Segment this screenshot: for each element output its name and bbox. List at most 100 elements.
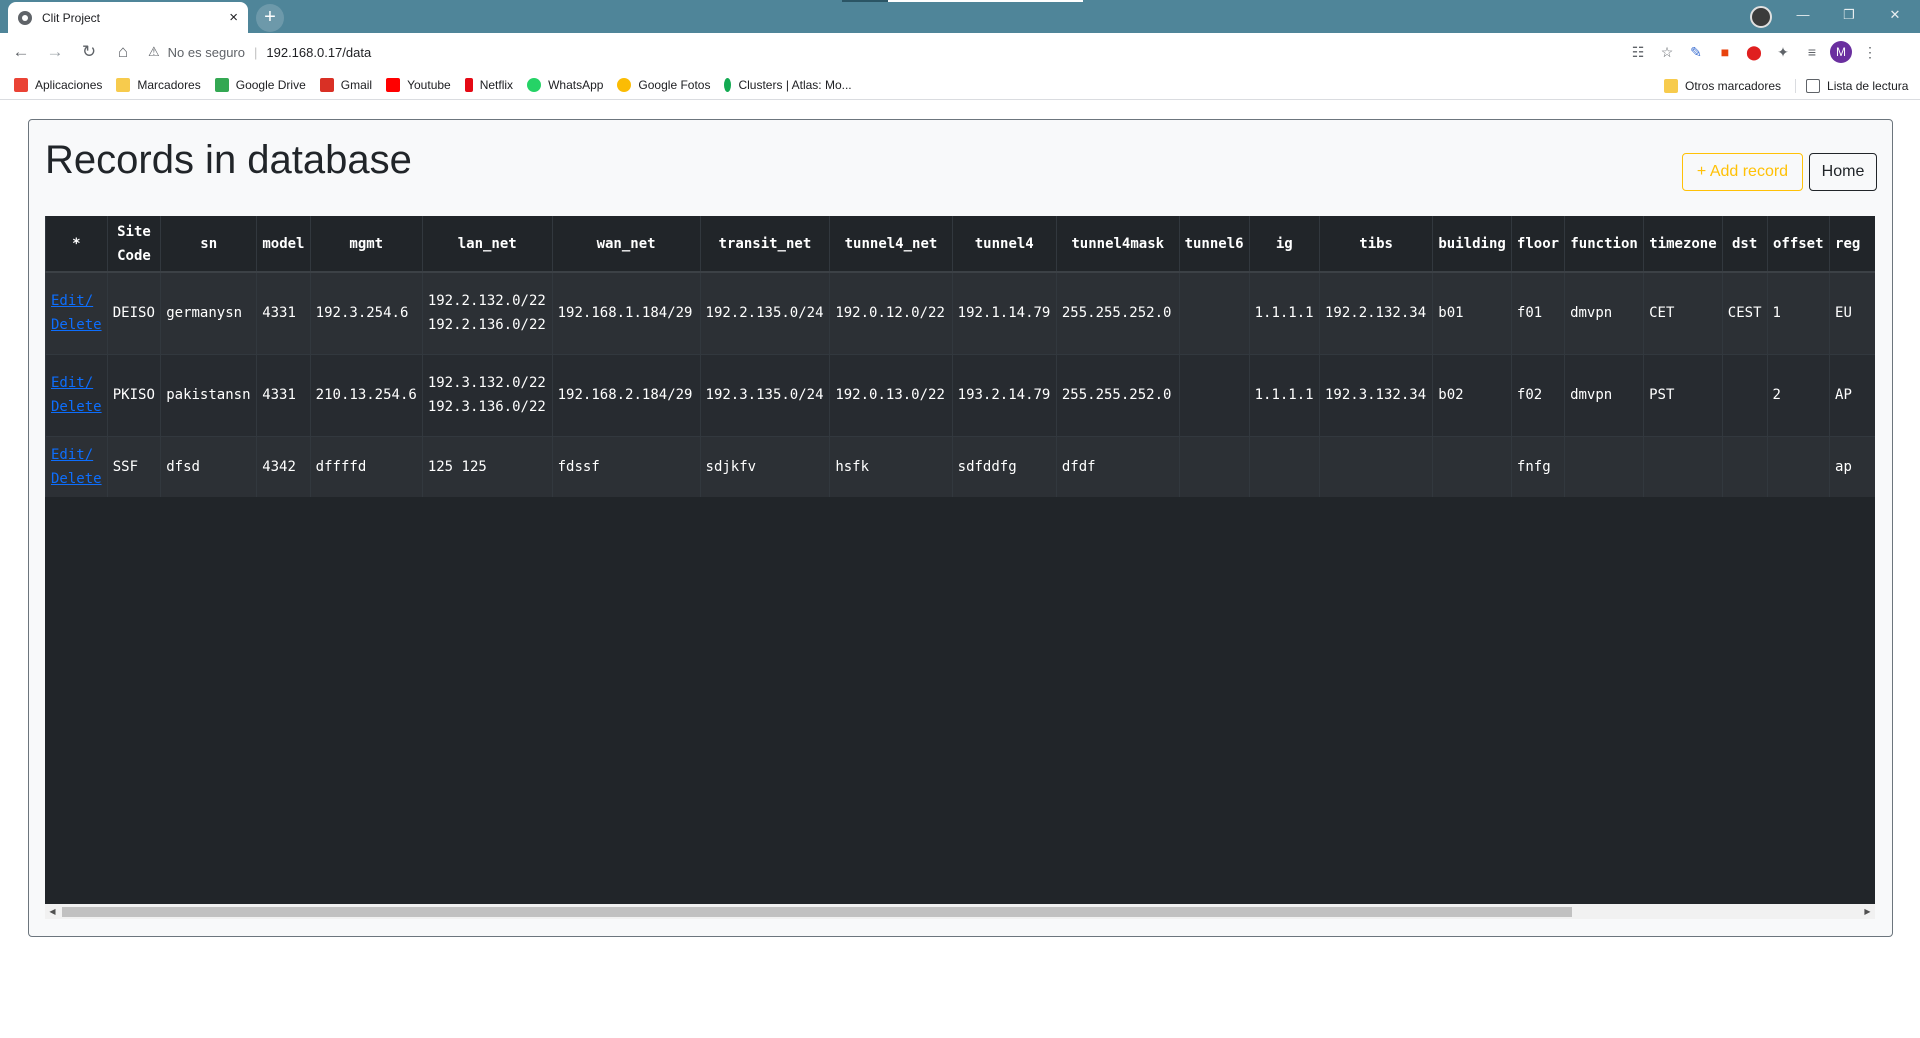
profile-avatar[interactable]: M [1828, 39, 1854, 65]
edit-link[interactable]: Edit/ [51, 289, 102, 313]
model-cell: 4331 [256, 271, 311, 354]
warning-icon[interactable]: ⚠ [148, 44, 160, 60]
table-row: Edit/ Delete PKISO pakistansn 4331 210.1… [45, 353, 1875, 436]
records-table-container[interactable]: * Site Code sn model mgmt lan_net wan_ne… [45, 216, 1875, 904]
browser-tab-strip: Clit Project × + — ❐ ✕ [0, 0, 1920, 33]
tab-title: Clit Project [42, 10, 101, 25]
folder-icon [1664, 78, 1678, 93]
bookmark-otros-marcadores[interactable]: Otros marcadores [1664, 78, 1781, 93]
bookmark-google-drive[interactable]: Google Drive [214, 78, 306, 92]
avatar[interactable]: M [1830, 41, 1852, 63]
youtube-icon [386, 78, 401, 92]
edit-link[interactable]: Edit/ [51, 371, 102, 395]
function-cell [1564, 435, 1644, 497]
close-tab-icon[interactable]: × [229, 9, 238, 26]
delete-link[interactable]: Delete [51, 395, 102, 419]
bookmark-atlas-clusters[interactable]: Clusters | Atlas: Mo... [724, 78, 852, 92]
translate-icon[interactable]: ☷ [1625, 39, 1651, 65]
column-header: timezone [1643, 216, 1723, 273]
delete-link[interactable]: Delete [51, 467, 102, 491]
table-header-row: * Site Code sn model mgmt lan_net wan_ne… [45, 216, 1875, 273]
reg-cell: ap [1829, 435, 1875, 497]
address-bar[interactable]: ⚠ No es seguro | 192.168.0.17/data [140, 37, 1635, 67]
url-text[interactable]: 192.168.0.17/data [266, 45, 371, 60]
toolbar-actions: ☷ ☆ ✎ ■ ⬤ ✦ ≡ M ⋮ [1622, 39, 1883, 65]
reg-cell: EU [1829, 271, 1875, 354]
scrollbar-thumb[interactable] [62, 907, 1572, 917]
bookmark-label: Youtube [407, 78, 451, 92]
actions-cell: Edit/ Delete [45, 271, 108, 354]
bookmarks-right: Otros marcadores Lista de lectura [1650, 71, 1908, 100]
bookmark-label: Marcadores [137, 78, 201, 92]
pen-extension-icon[interactable]: ✎ [1683, 39, 1709, 65]
bookmarks-bar: Aplicaciones Marcadores Google Drive Gma… [0, 71, 1920, 100]
actions-cell: Edit/ Delete [45, 435, 108, 497]
edit-link[interactable]: Edit/ [51, 443, 102, 467]
column-header: wan_net [551, 216, 701, 273]
apps-grid-icon [14, 78, 28, 92]
column-header: tunnel4_net [829, 216, 953, 273]
records-table: * Site Code sn model mgmt lan_net wan_ne… [45, 216, 1875, 497]
tibs-cell: 192.2.132.34 [1318, 271, 1433, 354]
actions-cell: Edit/ Delete [45, 353, 108, 436]
bookmark-aplicaciones[interactable]: Aplicaciones [14, 78, 102, 92]
table-row: Edit/ Delete SSF dfsd 4342 dffffd 125 12… [45, 435, 1875, 497]
bookmark-marcadores[interactable]: Marcadores [116, 78, 201, 92]
pdf-extension-icon[interactable]: ■ [1712, 39, 1738, 65]
bookmark-lista-de-lectura[interactable]: Lista de lectura [1795, 78, 1908, 93]
home-button[interactable]: Home [1809, 153, 1877, 191]
menu-kebab-icon[interactable]: ⋮ [1857, 39, 1883, 65]
add-record-button[interactable]: + Add record [1682, 153, 1803, 191]
column-header: tunnel4mask [1055, 216, 1180, 273]
horizontal-scrollbar[interactable]: ◀ ▶ [45, 904, 1875, 919]
tunnel4mask-cell: dfdf [1055, 435, 1180, 497]
sn-cell: dfsd [160, 435, 257, 497]
bookmark-netflix[interactable]: Netflix [464, 78, 513, 92]
lan-net-value: 125 125 [427, 458, 487, 475]
bookmark-label: WhatsApp [548, 78, 604, 92]
offset-cell [1766, 435, 1830, 497]
bookmark-youtube[interactable]: Youtube [386, 78, 451, 92]
bookmark-gmail[interactable]: Gmail [319, 78, 372, 92]
model-cell: 4342 [256, 435, 311, 497]
back-icon[interactable]: ← [8, 39, 34, 65]
wan-net-cell: 192.168.1.184/29 [551, 271, 701, 354]
delete-link[interactable]: Delete [51, 313, 102, 337]
transit-net-cell: 192.3.135.0/24 [699, 353, 830, 436]
lan-net-value: 192.3.136.0/22 [427, 399, 546, 415]
table-row: Edit/ Delete DEISO germanysn 4331 192.3.… [45, 271, 1875, 354]
close-window-icon[interactable]: ✕ [1872, 0, 1918, 30]
mgmt-cell: dffffd [309, 435, 423, 497]
restore-icon[interactable]: ❐ [1826, 0, 1872, 30]
bookmark-google-fotos[interactable]: Google Fotos [617, 78, 710, 92]
scroll-left-icon[interactable]: ◀ [45, 904, 60, 919]
bookmark-whatsapp[interactable]: WhatsApp [527, 78, 603, 92]
opera-extension-icon[interactable]: ⬤ [1741, 39, 1767, 65]
records-card: Records in database + Add record Home * … [28, 119, 1893, 937]
minimize-icon[interactable]: — [1780, 0, 1826, 30]
column-header: tunnel6 [1178, 216, 1250, 273]
reload-icon[interactable]: ↻ [76, 39, 102, 65]
column-header: sn [160, 216, 257, 273]
ig-cell [1248, 435, 1320, 497]
netflix-icon [464, 78, 473, 92]
bookmark-star-icon[interactable]: ☆ [1654, 39, 1680, 65]
mgmt-cell: 210.13.254.6 [309, 353, 423, 436]
browser-tab[interactable]: Clit Project × [8, 2, 248, 33]
dst-cell: CEST [1721, 271, 1767, 354]
titlebar-accent [888, 0, 1083, 2]
tunnel4mask-cell: 255.255.252.0 [1055, 353, 1180, 436]
security-status[interactable]: No es seguro [168, 45, 245, 60]
google-photos-icon [617, 78, 632, 92]
new-tab-button[interactable]: + [256, 4, 284, 32]
scroll-right-icon[interactable]: ▶ [1860, 904, 1875, 919]
forward-icon[interactable]: → [42, 39, 68, 65]
site-code-cell: DEISO [106, 271, 161, 354]
extensions-puzzle-icon[interactable]: ✦ [1770, 39, 1796, 65]
home-icon[interactable]: ⌂ [110, 39, 136, 65]
tab-search-icon[interactable] [1750, 6, 1772, 28]
lan-net-cell: 192.3.132.0/22 192.3.136.0/22 [421, 353, 553, 436]
column-header: * [45, 216, 108, 273]
lan-net-cell: 192.2.132.0/22 192.2.136.0/22 [421, 271, 553, 354]
media-queue-icon[interactable]: ≡ [1799, 39, 1825, 65]
